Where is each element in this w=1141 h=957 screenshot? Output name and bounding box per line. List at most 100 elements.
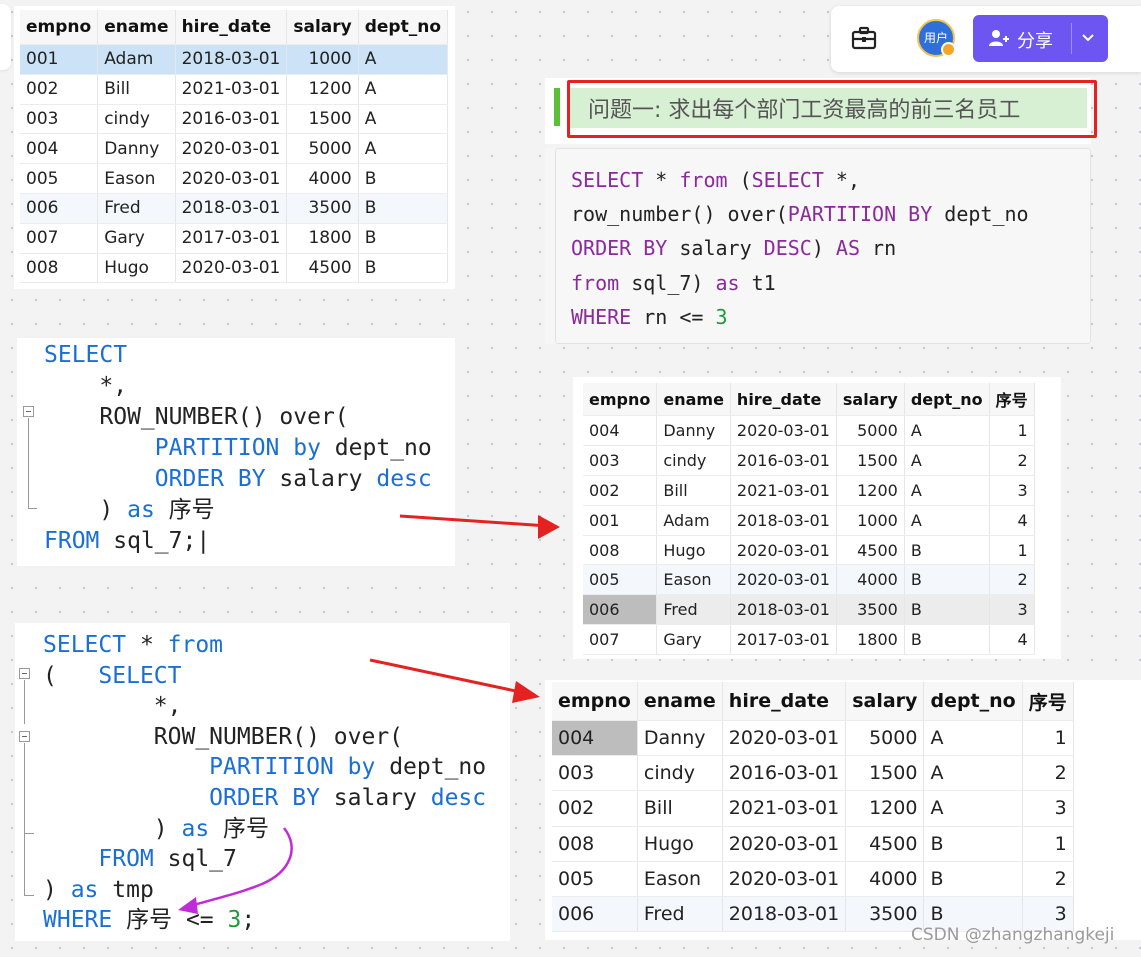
table-cell[interactable]: 008 xyxy=(583,535,658,566)
table-row[interactable]: 002 Bill 2021-03-01 1200 A xyxy=(20,74,449,105)
table-cell[interactable]: 2016-03-01 xyxy=(722,755,847,792)
column-header[interactable]: 序号 xyxy=(1022,682,1074,721)
table-cell[interactable]: Hugo xyxy=(637,826,723,862)
table-cell[interactable]: 006 xyxy=(20,193,99,224)
table-cell[interactable]: 006 xyxy=(583,594,658,626)
table-cell[interactable]: 1200 xyxy=(286,74,359,105)
table-cell[interactable]: 2 xyxy=(989,564,1035,596)
table-cell[interactable]: 2021-03-01 xyxy=(175,74,288,105)
table-cell[interactable]: 2 xyxy=(1022,755,1074,792)
table-cell[interactable]: B xyxy=(923,861,1023,897)
table-cell[interactable]: A xyxy=(358,104,449,135)
table-cell[interactable]: 005 xyxy=(552,861,638,897)
table-cell[interactable]: 2016-03-01 xyxy=(730,445,837,476)
table-cell[interactable]: 1000 xyxy=(286,44,359,75)
table-cell[interactable]: 4500 xyxy=(836,535,905,566)
table-cell[interactable]: 2 xyxy=(1022,861,1074,897)
table-cell[interactable]: 1500 xyxy=(286,104,359,135)
table-cell[interactable]: cindy xyxy=(97,104,176,135)
table-cell[interactable]: 5000 xyxy=(286,133,359,165)
table-cell[interactable]: 4000 xyxy=(845,861,925,897)
table-cell[interactable]: 007 xyxy=(20,223,99,254)
table-cell[interactable]: 4500 xyxy=(845,826,925,862)
table-cell[interactable]: 4000 xyxy=(836,564,905,596)
table-cell[interactable]: 2020-03-01 xyxy=(722,826,847,862)
table-cell[interactable]: 5000 xyxy=(845,720,925,757)
table-cell[interactable]: Eason xyxy=(656,564,731,596)
table-row[interactable]: 004 Danny 2020-03-01 5000 A 1 xyxy=(583,415,1035,446)
column-header[interactable]: ename xyxy=(97,10,176,45)
table-cell[interactable]: Fred xyxy=(656,594,731,626)
table-cell[interactable]: 1200 xyxy=(845,790,925,827)
table-row[interactable]: 001 Adam 2018-03-01 1000 A xyxy=(20,44,449,75)
table-cell[interactable]: Hugo xyxy=(656,535,731,566)
table-cell[interactable]: 1800 xyxy=(286,223,359,254)
table-cell[interactable]: 2020-03-01 xyxy=(730,535,837,566)
table-cell[interactable]: 1 xyxy=(989,535,1035,566)
table-cell[interactable]: cindy xyxy=(637,755,723,792)
table-cell[interactable]: 003 xyxy=(583,445,658,476)
column-header[interactable]: dept_no xyxy=(358,10,449,45)
table-cell[interactable]: A xyxy=(923,790,1023,827)
table-cell[interactable]: A xyxy=(904,505,990,536)
table-row[interactable]: 003 cindy 2016-03-01 1500 A 2 xyxy=(552,755,1074,792)
table-row[interactable]: 004 Danny 2020-03-01 5000 A xyxy=(20,133,449,165)
table-cell[interactable]: 4500 xyxy=(286,253,359,284)
table-cell[interactable]: 1200 xyxy=(836,475,905,506)
table-cell[interactable]: A xyxy=(358,133,449,165)
table-cell[interactable]: B xyxy=(358,253,449,284)
table-cell[interactable]: 2020-03-01 xyxy=(722,861,847,897)
table-cell[interactable]: Gary xyxy=(97,223,176,254)
table-cell[interactable]: 3 xyxy=(1022,790,1074,827)
column-header[interactable]: ename xyxy=(637,682,723,721)
table-cell[interactable]: A xyxy=(904,415,990,446)
table-cell[interactable]: A xyxy=(904,475,990,506)
table-row[interactable]: 003 cindy 2016-03-01 1500 A xyxy=(20,104,449,135)
fold-toggle-icon[interactable] xyxy=(19,731,30,742)
table-cell[interactable]: 004 xyxy=(20,133,99,165)
table-cell[interactable]: B xyxy=(358,193,449,224)
column-header[interactable]: hire_date xyxy=(722,682,847,721)
column-header[interactable]: 序号 xyxy=(989,383,1035,416)
table-cell[interactable]: 3500 xyxy=(286,193,359,224)
column-header[interactable]: dept_no xyxy=(904,383,990,416)
table-cell[interactable]: 4 xyxy=(989,624,1035,656)
table-cell[interactable]: B xyxy=(904,594,990,626)
table-cell[interactable]: 2017-03-01 xyxy=(730,624,837,656)
table-row[interactable]: 001 Adam 2018-03-01 1000 A 4 xyxy=(583,505,1035,536)
table-cell[interactable]: 003 xyxy=(20,104,99,135)
table-cell[interactable]: 1 xyxy=(1022,826,1074,862)
table-row[interactable]: 005 Eason 2020-03-01 4000 B 2 xyxy=(552,861,1074,897)
table-cell[interactable]: 2020-03-01 xyxy=(175,133,288,165)
share-button[interactable]: 分享 xyxy=(973,15,1108,62)
table-cell[interactable]: 2020-03-01 xyxy=(730,415,837,446)
table-cell[interactable]: 2020-03-01 xyxy=(175,253,288,284)
table-cell[interactable]: Bill xyxy=(656,475,731,506)
table-cell[interactable]: 2020-03-01 xyxy=(175,163,288,194)
table-cell[interactable]: 1000 xyxy=(836,505,905,536)
table-cell[interactable]: 002 xyxy=(583,475,658,506)
table-cell[interactable]: B xyxy=(904,624,990,656)
table-cell[interactable]: Hugo xyxy=(97,253,176,284)
table-cell[interactable]: 003 xyxy=(552,755,638,792)
user-avatar[interactable]: 用户 xyxy=(917,19,956,57)
table-row[interactable]: 008 Hugo 2020-03-01 4500 B 1 xyxy=(583,535,1035,566)
table-cell[interactable]: A xyxy=(923,720,1023,757)
table-cell[interactable]: 002 xyxy=(20,74,99,105)
table-cell[interactable]: 5000 xyxy=(836,415,905,446)
column-header[interactable]: salary xyxy=(286,10,359,45)
table-cell[interactable]: B xyxy=(923,826,1023,862)
briefcase-icon[interactable] xyxy=(851,26,877,54)
table-cell[interactable]: 2017-03-01 xyxy=(175,223,288,254)
table-cell[interactable]: 002 xyxy=(552,790,638,827)
table-cell[interactable]: Adam xyxy=(656,505,731,536)
table-cell[interactable]: 2018-03-01 xyxy=(175,44,288,75)
table-cell[interactable]: 2018-03-01 xyxy=(730,594,837,626)
fold-toggle-icon[interactable] xyxy=(19,668,30,679)
table-cell[interactable]: 001 xyxy=(583,505,658,536)
table-cell[interactable]: B xyxy=(904,564,990,596)
table-row[interactable]: 004 Danny 2020-03-01 5000 A 1 xyxy=(552,720,1074,757)
table-cell[interactable]: 2020-03-01 xyxy=(722,720,847,757)
table-cell[interactable]: 2018-03-01 xyxy=(730,505,837,536)
table-cell[interactable]: B xyxy=(358,163,449,194)
